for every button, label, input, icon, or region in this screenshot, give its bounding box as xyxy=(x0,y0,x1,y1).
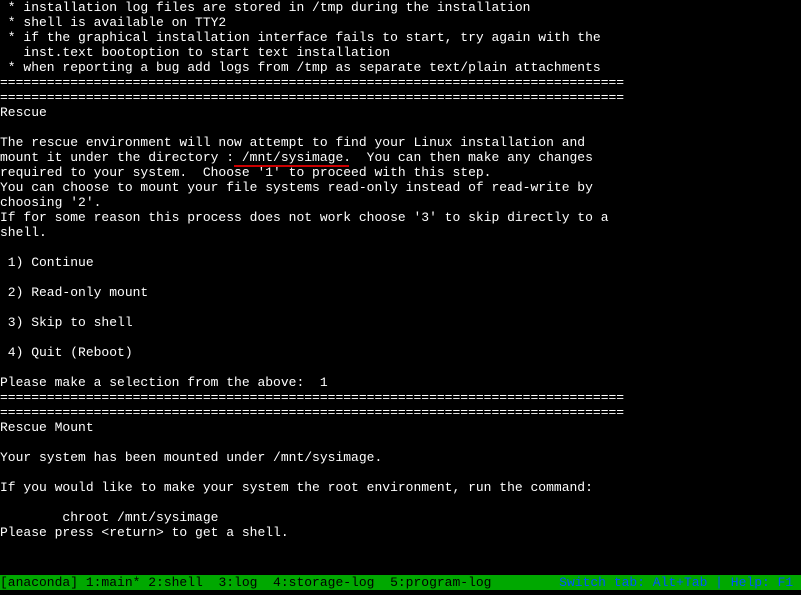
menu-option[interactable]: 3) Skip to shell xyxy=(0,315,133,330)
body-text: mount it under the directory : /mnt/sysi… xyxy=(0,150,593,165)
command-text: chroot /mnt/sysimage xyxy=(0,510,218,525)
tab-list[interactable]: 1:main* 2:shell 3:log 4:storage-log 5:pr… xyxy=(78,575,491,590)
user-input[interactable]: 1 xyxy=(320,375,328,390)
menu-option[interactable]: 4) Quit (Reboot) xyxy=(0,345,133,360)
info-line: * if the graphical installation interfac… xyxy=(0,30,601,45)
body-text: Please press <return> to get a shell. xyxy=(0,525,289,540)
prompt-line[interactable]: Please make a selection from the above: … xyxy=(0,375,328,390)
section-title: Rescue xyxy=(0,105,47,120)
separator: ========================================… xyxy=(0,90,624,105)
highlighted-path: /mnt/sysimage xyxy=(234,150,343,165)
separator: ========================================… xyxy=(0,390,624,405)
body-text: required to your system. Choose '1' to p… xyxy=(0,165,491,180)
menu-option[interactable]: 1) Continue xyxy=(0,255,94,270)
section-title: Rescue Mount xyxy=(0,420,94,435)
info-line: * shell is available on TTY2 xyxy=(0,15,226,30)
body-text: If you would like to make your system th… xyxy=(0,480,593,495)
body-text: Your system has been mounted under /mnt/… xyxy=(0,450,382,465)
body-text: If for some reason this process does not… xyxy=(0,210,609,225)
body-text: shell. xyxy=(0,225,47,240)
body-text: The rescue environment will now attempt … xyxy=(0,135,585,150)
menu-option[interactable]: 2) Read-only mount xyxy=(0,285,148,300)
info-line: * when reporting a bug add logs from /tm… xyxy=(0,60,601,75)
body-text: choosing '2'. xyxy=(0,195,101,210)
separator: ========================================… xyxy=(0,405,624,420)
info-line: inst.text bootoption to start text insta… xyxy=(0,45,390,60)
status-bar: [anaconda] 1:main* 2:shell 3:log 4:stora… xyxy=(0,575,801,590)
info-line: * installation log files are stored in /… xyxy=(0,0,531,15)
body-text: You can choose to mount your file system… xyxy=(0,180,593,195)
session-name: [anaconda] xyxy=(0,575,78,590)
separator: ========================================… xyxy=(0,75,624,90)
help-hint: Switch tab: Alt+Tab | Help: F1 xyxy=(559,575,801,590)
terminal-output: * installation log files are stored in /… xyxy=(0,0,801,540)
